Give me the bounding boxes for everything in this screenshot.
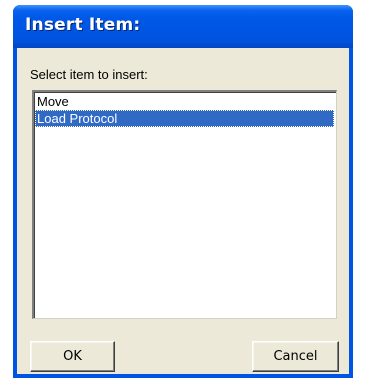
dialog-body: Select item to insert: Move Load Protoco… xyxy=(17,48,349,374)
dialog-title: Insert Item: xyxy=(25,15,141,35)
insert-item-dialog: Insert Item: Select item to insert: Move… xyxy=(13,5,353,378)
cancel-button[interactable]: Cancel xyxy=(252,341,339,372)
ok-button[interactable]: OK xyxy=(30,341,115,372)
list-item-load-protocol[interactable]: Load Protocol xyxy=(35,110,334,127)
title-bar[interactable]: Insert Item: xyxy=(13,5,353,48)
ok-button-label: OK xyxy=(63,349,82,364)
select-item-label: Select item to insert: xyxy=(30,67,148,82)
list-item-move[interactable]: Move xyxy=(35,93,334,110)
item-listbox[interactable]: Move Load Protocol xyxy=(32,90,337,319)
cancel-button-label: Cancel xyxy=(273,349,318,364)
